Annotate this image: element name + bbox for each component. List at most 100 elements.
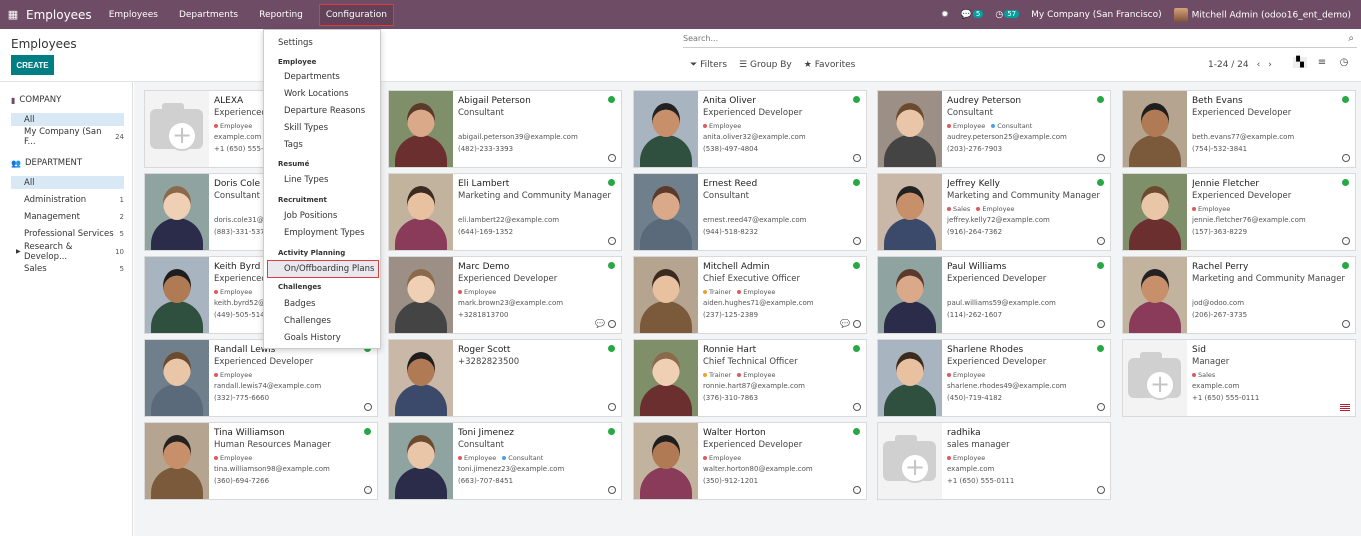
groupby-button[interactable]: ☰ Group By [739,60,792,70]
user-menu[interactable]: Mitchell Admin (odoo16_ent_demo) [1173,7,1351,22]
employee-card[interactable]: Beth Evans Experienced Developer beth.evan… [1122,90,1356,168]
activity-clock-icon[interactable]: · [1097,320,1105,328]
activity-clock-icon[interactable]: · [1097,154,1105,162]
kanban-view-icon[interactable]: ▚ [1293,57,1307,68]
activity-clock-icon[interactable]: · [364,486,372,494]
employee-card[interactable]: Ronnie Hart Chief Technical Officer Traine… [633,339,867,417]
activity-clock-icon[interactable]: · [608,154,616,162]
activity-clock-icon[interactable]: · [1097,403,1105,411]
tag-badge: Employee [458,454,496,462]
activity-clock-icon[interactable]: · [1342,320,1350,328]
menu-item-departure-reasons[interactable]: Departure Reasons [284,106,365,116]
employee-card[interactable]: Mitchell Admin Chief Executive Officer Tra… [633,256,867,334]
department-item-research[interactable]: ▶ Research & Develop... 10 [11,242,124,262]
bug-icon[interactable]: ✹ [941,10,949,20]
activity-clock-icon[interactable]: · [608,486,616,494]
activity-view-icon[interactable]: ◷ [1337,57,1351,68]
search-input[interactable] [683,31,1323,46]
tag-label: Consultant [997,122,1033,130]
activity-clock-icon[interactable]: · [1097,237,1105,245]
card-body: Anita Oliver Experienced Developer Employe… [703,96,860,153]
app-name[interactable]: Employees [26,8,92,22]
pager-value[interactable]: 1-24 / 24 [1208,60,1249,70]
menu-item-departments[interactable]: Departments [284,72,340,82]
activity-clock-icon[interactable]: · [608,403,616,411]
employee-card[interactable]: Paul Williams Experienced Developer paul.w… [877,256,1111,334]
employee-card[interactable]: Ernest Reed Consultant ernest.reed47@examp… [633,173,867,251]
chat-icon[interactable]: 💬 5 [961,9,984,20]
activity-clock-icon[interactable]: · [1342,237,1350,245]
menu-item-challenges[interactable]: Challenges [284,316,331,326]
activity-clock-icon[interactable]: · [364,403,372,411]
employee-card[interactable]: Walter Horton Experienced Developer Employ… [633,422,867,500]
chat-icon[interactable]: 💬 [840,319,850,328]
activity-clock-icon[interactable]: · [1097,486,1105,494]
department-item-all[interactable]: All [11,176,124,189]
employee-card[interactable]: Audrey Peterson Consultant Employee Consult… [877,90,1111,168]
company-switcher[interactable]: My Company (San Francisco) [1031,10,1161,20]
employee-card[interactable]: Tina Williamson Human Resources Manager Em… [144,422,378,500]
employee-card[interactable]: Marc Demo Experienced Developer Employee ma… [388,256,622,334]
menu-item-employment-types[interactable]: Employment Types [284,228,365,238]
challenges-section-header: Challenges [278,283,322,291]
create-button[interactable]: CREATE [11,55,54,75]
presence-status-icon [608,96,615,103]
employee-card[interactable]: Toni Jimenez Consultant Employee Consultant… [388,422,622,500]
tag-badge: Employee [458,288,496,296]
employee-card[interactable]: Roger Scott +3282823500 · [388,339,622,417]
list-view-icon[interactable]: ≡ [1315,57,1329,68]
employee-card[interactable]: Anita Oliver Experienced Developer Employe… [633,90,867,168]
employee-card[interactable]: + radhika sales manager Employee example.com… [877,422,1111,500]
menu-item-goals-history[interactable]: Goals History [284,333,341,343]
company-item-all[interactable]: All [11,113,124,126]
menu-item-line-types[interactable]: Line Types [284,175,328,185]
menu-item-badges[interactable]: Badges [284,299,316,309]
activity-clock-icon[interactable]: · [608,320,616,328]
department-item-professional-services[interactable]: Professional Services 5 [11,227,124,240]
photo-shoulders [1129,301,1181,333]
tag-color-dot [737,290,742,294]
activity-icon[interactable]: ◷ 57 [995,9,1020,20]
menu-reporting[interactable]: Reporting [256,7,306,23]
activity-clock-icon[interactable]: · [1342,154,1350,162]
menu-item-job-positions[interactable]: Job Positions [284,211,337,221]
department-item-sales[interactable]: Sales 5 [11,262,124,275]
employee-card[interactable]: Sharlene Rhodes Experienced Developer Empl… [877,339,1111,417]
apps-menu-icon[interactable]: ▦ [0,8,26,21]
favorites-button[interactable]: ★ Favorites [804,60,856,70]
chat-icon[interactable]: 💬 [595,319,605,328]
pager-next-icon[interactable]: › [1268,60,1272,70]
menu-item-onoffboarding-plans[interactable]: On/Offboarding Plans [267,260,379,278]
menu-item-work-locations[interactable]: Work Locations [284,89,349,99]
activity-clock-icon[interactable]: · [853,320,861,328]
department-item-administration[interactable]: Administration 1 [11,193,124,206]
activity-clock-icon[interactable]: · [853,154,861,162]
caret-right-icon[interactable]: ▶ [16,248,21,255]
employee-card[interactable]: Abigail Peterson Consultant abigail.peters… [388,90,622,168]
menu-item-settings[interactable]: Settings [278,38,313,48]
activity-clock-icon[interactable]: · [853,403,861,411]
filters-button[interactable]: ⏷ Filters [690,60,727,70]
menu-item-skill-types[interactable]: Skill Types [284,123,328,133]
employee-card[interactable]: Rachel Perry Marketing and Community Mana… [1122,256,1356,334]
activity-clock-icon[interactable]: · [853,237,861,245]
menu-employees[interactable]: Employees [106,7,161,23]
employee-card[interactable]: Jeffrey Kelly Marketing and Community Man… [877,173,1111,251]
activity-clock-icon[interactable]: · [608,237,616,245]
tag-label: Employee [709,122,742,130]
pager-prev-icon[interactable]: ‹ [1257,60,1261,70]
company-item-my-company[interactable]: My Company (San F... 24 [11,127,124,147]
activity-clock-icon[interactable]: · [853,486,861,494]
menu-departments[interactable]: Departments [176,7,241,23]
filter-toolbar: ⏷ Filters ☰ Group By ★ Favorites [690,60,855,70]
employee-card[interactable]: + Sid Manager Sales example.com +1 (650) 555-… [1122,339,1356,417]
employee-card[interactable]: Randall Lewis Experienced Developer Employ… [144,339,378,417]
presence-status-icon [1097,179,1104,186]
employee-email: aiden.hughes71@example.com [703,299,814,307]
employee-card[interactable]: Eli Lambert Marketing and Community Manag… [388,173,622,251]
menu-item-tags[interactable]: Tags [284,140,303,150]
department-item-management[interactable]: Management 2 [11,210,124,223]
employee-card[interactable]: Jennie Fletcher Experienced Developer Empl… [1122,173,1356,251]
menu-configuration[interactable]: Configuration [318,3,394,26]
search-icon[interactable]: ⌕ [1348,33,1354,44]
